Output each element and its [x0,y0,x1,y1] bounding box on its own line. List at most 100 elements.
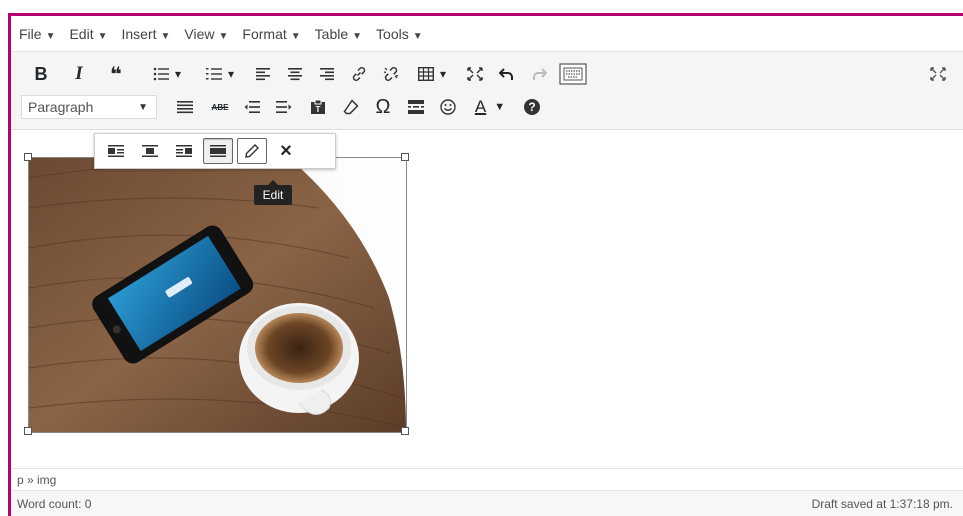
blockquote-icon: ❝ [110,63,122,86]
chevron-down-icon: ▾ [439,67,447,81]
chevron-down-icon: ▼ [218,30,229,42]
align-left-button[interactable] [252,60,274,88]
fullscreen-icon [467,67,483,81]
italic-icon: I [75,63,83,84]
clear-formatting-button[interactable] [340,93,362,121]
bold-icon: B [34,63,48,84]
image-edit-icon [245,144,259,158]
menu-insert-label: Insert [121,25,157,42]
paste-text-icon: T [311,99,325,114]
align-right-button[interactable] [316,60,338,88]
italic-button[interactable]: I [69,60,89,88]
image-align-right-icon [176,145,192,157]
image-no-align-button[interactable] [203,138,233,164]
menu-format-label: Format [242,25,287,42]
edit-tooltip-text: Edit [262,188,284,202]
menu-format[interactable]: Format ▼ [242,26,300,42]
numbered-list-button[interactable]: ▾ [200,60,240,88]
help-icon: ? [524,99,540,115]
menu-edit-label: Edit [69,25,94,42]
read-more-icon [408,100,424,114]
editor-toolbar: File ▼ Edit ▼ Insert ▼ View ▼ Format ▼ Table ▼… [11,16,963,130]
read-more-button[interactable] [405,93,427,121]
align-center-icon [288,68,302,81]
resize-handle-tr[interactable] [401,153,409,161]
chevron-down-icon: ▼ [160,30,171,42]
element-path[interactable]: p » img [17,473,56,487]
outdent-button[interactable] [241,93,263,121]
format-select[interactable]: Paragraph ▼ [21,95,157,119]
element-path-bar: p » img [11,468,963,490]
redo-button[interactable] [528,60,550,88]
fullscreen-button[interactable] [464,60,486,88]
keyboard-shortcuts-button[interactable] [558,60,588,88]
toolbar-row-2: Paragraph ▼ ABE T Ω A ▼ ? [11,93,963,121]
insert-link-button[interactable] [348,60,370,88]
format-select-value: Paragraph [28,99,94,115]
resize-handle-tl[interactable] [24,153,32,161]
text-color-button[interactable]: A ▼ [469,93,511,121]
toolbar-row-1: B I ❝ ▾ ▾ ▾ [11,60,963,88]
undo-icon [499,68,513,80]
redo-icon [533,68,547,80]
image-align-left-button[interactable] [101,138,131,164]
remove-link-button[interactable] [380,60,402,88]
menu-table-label: Table [314,25,349,42]
strikethrough-icon: ABE [211,102,229,112]
distraction-free-button[interactable] [927,60,949,88]
indent-icon [276,101,292,113]
menu-tools-label: Tools [376,25,409,42]
draft-saved-status: Draft saved at 1:37:18 pm. [811,496,953,511]
menu-view-label: View [184,25,215,42]
indent-button[interactable] [273,93,295,121]
horizontal-line-button[interactable] [174,93,196,121]
chevron-down-icon: ▼ [97,30,108,42]
bulleted-list-button[interactable]: ▾ [147,60,187,88]
menu-file-label: File [19,25,42,42]
special-character-icon: Ω [375,95,391,118]
emoji-icon [440,99,456,115]
remove-link-icon [383,67,399,81]
clear-formatting-icon [343,99,359,115]
image-remove-button[interactable]: × [271,138,301,164]
image-align-left-icon [108,145,124,157]
editor: File ▼ Edit ▼ Insert ▼ View ▼ Format ▼ Table ▼… [11,16,963,516]
horizontal-line-icon [177,101,193,114]
strikethrough-button[interactable]: ABE [208,93,232,121]
table-button[interactable]: ▾ [412,60,452,88]
menu-edit[interactable]: Edit ▼ [69,26,107,42]
help-button[interactable]: ? [521,93,543,121]
text-color-icon: A [474,97,487,116]
resize-handle-br[interactable] [401,427,409,435]
resize-handle-bl[interactable] [24,427,32,435]
chevron-down-icon: ▼ [290,30,301,42]
menu-table[interactable]: Table ▼ [315,26,362,42]
blockquote-button[interactable]: ❝ [105,60,127,88]
chevron-down-icon: ▼ [352,30,363,42]
image-align-right-button[interactable] [169,138,199,164]
image-align-center-button[interactable] [135,138,165,164]
special-character-button[interactable]: Ω [372,93,394,121]
image-edit-button[interactable] [237,138,267,164]
menu-view[interactable]: View ▼ [184,26,228,42]
insert-link-icon [352,67,366,81]
edit-tooltip: Edit [254,180,292,205]
bold-button[interactable]: B [31,60,51,88]
svg-text:T: T [316,105,321,114]
selected-image[interactable] [28,157,407,433]
menu-insert[interactable]: Insert ▼ [122,26,171,42]
align-right-icon [320,68,334,81]
chevron-down-icon: ▼ [412,30,423,42]
menu-file[interactable]: File ▼ [19,26,55,42]
menu-tools[interactable]: Tools ▼ [376,26,423,42]
chevron-down-icon: ▾ [174,67,182,81]
align-center-button[interactable] [284,60,306,88]
image-remove-icon: × [280,139,292,162]
align-left-icon [256,68,270,81]
outdent-icon [244,101,260,113]
paste-text-button[interactable]: T [307,93,329,121]
menubar: File ▼ Edit ▼ Insert ▼ View ▼ Format ▼ Table ▼… [11,16,963,52]
emoji-button[interactable] [437,93,459,121]
table-icon [417,67,434,81]
undo-button[interactable] [496,60,518,88]
